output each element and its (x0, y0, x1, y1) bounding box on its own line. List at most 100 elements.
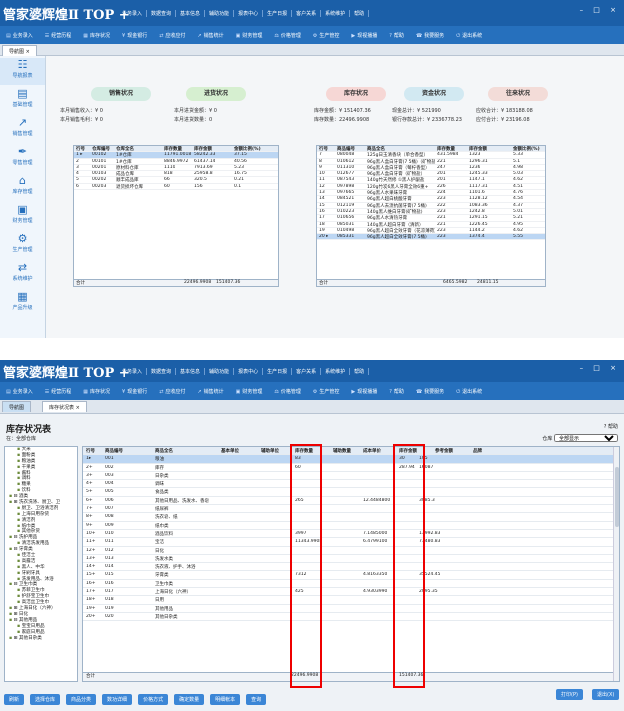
toolbar-item[interactable]: ▶ 现视播播 (345, 388, 383, 395)
action-button[interactable]: 查询 (246, 693, 267, 705)
help-link[interactable]: ? 帮助 (604, 423, 618, 430)
nav-item[interactable]: ▣ 财务管理 (0, 203, 45, 230)
action-button[interactable]: 刷新 (4, 693, 25, 705)
menu-item[interactable]: 报表中心 (234, 10, 264, 17)
table-row[interactable]: 17+ 017 上海日化（六神） 425 4.9303990 2095.35 (83, 588, 619, 597)
table-row[interactable]: 15+ 015 牙膏类 7312 4.8163350 35524.45 (83, 571, 619, 580)
tab-navigation[interactable]: 导航图 (2, 401, 32, 412)
table-row[interactable]: 19+ 019 其他用品 (83, 605, 619, 613)
toolbar-item[interactable]: ☎ 我要服务 (410, 388, 450, 395)
toolbar-item[interactable]: ⚙ 生产管控 (307, 32, 346, 39)
menu-item[interactable]: 帮助 (350, 10, 370, 17)
tab-inventory-report[interactable]: 库存状况表 × (42, 401, 87, 412)
action-button[interactable]: 选择仓库 (30, 693, 61, 705)
action-button[interactable]: 数功详细 (102, 693, 133, 705)
nav-item[interactable]: ⌂ 库存管理 (0, 174, 45, 201)
menu-item[interactable]: 报表中心 (234, 368, 264, 375)
action-button[interactable]: 商品分类 (66, 693, 97, 705)
menu-item[interactable]: 辅助功能 (205, 10, 235, 17)
menu-item[interactable]: 业务录入 (118, 10, 148, 17)
menu-item[interactable]: 系统维护 (321, 368, 351, 375)
toolbar-item[interactable]: ? 帮助 (383, 388, 410, 395)
table-row[interactable]: 1▸ 001 粮油 83 30 105 (83, 455, 619, 464)
table-cell: 其他日用品、洗发水、香皂 (155, 498, 209, 504)
menu-item[interactable]: 客户关系 (292, 10, 322, 17)
toolbar-item[interactable]: ▣ 财务管理 (230, 32, 269, 39)
toolbar-item[interactable]: ? 帮助 (383, 32, 410, 39)
menu-item[interactable]: 业务录入 (118, 368, 148, 375)
table-row[interactable]: 18+ 018 日用 (83, 596, 619, 605)
table-row[interactable]: 13+ 013 洗发水类 (83, 555, 619, 564)
toolbar-item[interactable]: ⇄ 应收应付 (153, 388, 191, 395)
table-row[interactable]: 6 00203 退货损坏仓库 60 156 0.1 (74, 184, 278, 191)
table-cell: 140g黑人超白牙膏（清新） (367, 222, 424, 228)
menu-item[interactable]: 系统维护 (321, 10, 351, 17)
nav-item[interactable]: ⚙ 生产管理 (0, 232, 45, 259)
table-row[interactable]: 8+ 008 洗衣皂、纸 (83, 513, 619, 522)
nav-item[interactable]: ⇄ 系统维护 (0, 261, 45, 288)
menu-item[interactable]: 辅助功能 (205, 368, 235, 375)
vertical-scrollbar[interactable] (613, 447, 619, 681)
table-cell: 1083.36 (469, 202, 488, 208)
table-row[interactable]: 2+ 002 库存 60 287.94 16087 (83, 464, 619, 472)
nav-item[interactable]: ☷ 导航报表 (0, 58, 45, 85)
toolbar-item[interactable]: ☰ 经营历程 (39, 388, 78, 395)
table-row[interactable]: 11+ 011 宝洁 11343.9908 6.4799100 73480.83 (83, 538, 619, 547)
table-row[interactable]: 20 ▸ 085331 96g黑人超白全效牙膏(7 5桶) 223 1374.4 5.55 (317, 234, 545, 241)
toolbar-item[interactable]: ☰ 经营历程 (39, 32, 78, 39)
tree-node[interactable]: ▪ ⊞ 其他日杂类 (5, 636, 77, 642)
toolbar-item[interactable]: ▦ 库存状况 (77, 388, 116, 395)
table-row[interactable]: 4+ 004 调味 (83, 480, 619, 489)
exit-button[interactable]: 退出(X) (592, 689, 620, 700)
menu-item[interactable]: 生产日报 (263, 10, 293, 17)
toolbar-item[interactable]: ☎ 我要服务 (410, 32, 450, 39)
warehouse-select[interactable]: 全部显示 (554, 434, 618, 442)
toolbar-item[interactable]: ⚖ 价格管理 (268, 32, 307, 39)
menu-item[interactable]: 数据查询 (147, 368, 177, 375)
action-button[interactable]: 确定数量 (174, 693, 205, 705)
nav-item[interactable]: ↗ 销售管理 (0, 116, 45, 143)
toolbar-item[interactable]: ⏻ 退出系统 (450, 388, 488, 395)
menu-item[interactable]: 数据查询 (147, 10, 177, 17)
table-cell: 4.37 (513, 202, 524, 208)
toolbar-item[interactable]: ⇄ 应收应付 (153, 32, 191, 39)
toolbar-item[interactable]: ▦ 库存状况 (77, 32, 116, 39)
table-row[interactable]: 16+ 016 卫生巾类 (83, 580, 619, 589)
toolbar-item[interactable]: ⚙ 生产管控 (307, 388, 346, 395)
nav-item[interactable]: ✒ 零售管理 (0, 145, 45, 172)
menu-item[interactable]: 客户关系 (292, 368, 322, 375)
menu-item[interactable]: 生产日报 (263, 368, 293, 375)
table-row[interactable]: 5+ 005 食品类 (83, 488, 619, 497)
print-button[interactable]: 打印(P) (556, 689, 583, 700)
window-controls[interactable]: – □ × (580, 364, 620, 372)
nav-item[interactable]: ▦ 产品升级 (0, 290, 45, 317)
window-controls[interactable]: – □ × (580, 6, 620, 14)
table-row[interactable]: 7+ 007 纸尿裤 (83, 505, 619, 514)
table-row[interactable]: 10+ 010 酒品饮料 3997 7.1485000 13992.83 (83, 530, 619, 539)
category-tree[interactable]: ▪ 大米 ▪ 面粉类 ▪ 粮油类 ▪ 干果类 ▪ 酱料 ▪ 调料 ▪ 糖果 ▪ 饮料 ▪ ⊟ 酒… (4, 446, 78, 682)
toolbar-item[interactable]: ⏻ 退出系统 (450, 32, 488, 39)
table-row[interactable]: 14+ 014 洗衣液、护手、沐浴 (83, 563, 619, 572)
toolbar-item[interactable]: ▶ 现视播播 (345, 32, 383, 39)
nav-item[interactable]: ▤ 基础管理 (0, 87, 45, 114)
table-row[interactable]: 3+ 003 日杂类 (83, 472, 619, 481)
toolbar-item[interactable]: ▤ 业务录入 (0, 388, 39, 395)
toolbar-item[interactable]: ¥ 现金银行 (116, 32, 153, 39)
menu-item[interactable]: 基本信息 (176, 10, 206, 17)
toolbar-item[interactable]: ⚖ 价格管理 (268, 388, 307, 395)
toolbar-item[interactable]: ↗ 销售统计 (191, 388, 229, 395)
toolbar-item[interactable]: ↗ 销售统计 (191, 32, 229, 39)
tab-navigation[interactable]: 导航图 × (2, 45, 37, 56)
action-button[interactable]: 明细帐本 (210, 693, 241, 705)
table-cell: 20 ▸ (319, 234, 329, 240)
toolbar-item[interactable]: ▤ 业务录入 (0, 32, 39, 39)
table-row[interactable]: 6+ 006 其他日用品、洗发水、香皂 265 12.4484800 3085.3 (83, 497, 619, 506)
menu-item[interactable]: 帮助 (350, 368, 370, 375)
toolbar-item[interactable]: ▣ 财务管理 (230, 388, 269, 395)
table-row[interactable]: 12+ 012 日化 (83, 547, 619, 555)
toolbar-item[interactable]: ¥ 现金银行 (116, 388, 153, 395)
table-row[interactable]: 20+ 020 其他日杂类 (83, 613, 619, 622)
action-button[interactable]: 价格方式 (138, 693, 169, 705)
menu-item[interactable]: 基本信息 (176, 368, 206, 375)
table-row[interactable]: 9+ 009 纸巾类 (83, 522, 619, 530)
